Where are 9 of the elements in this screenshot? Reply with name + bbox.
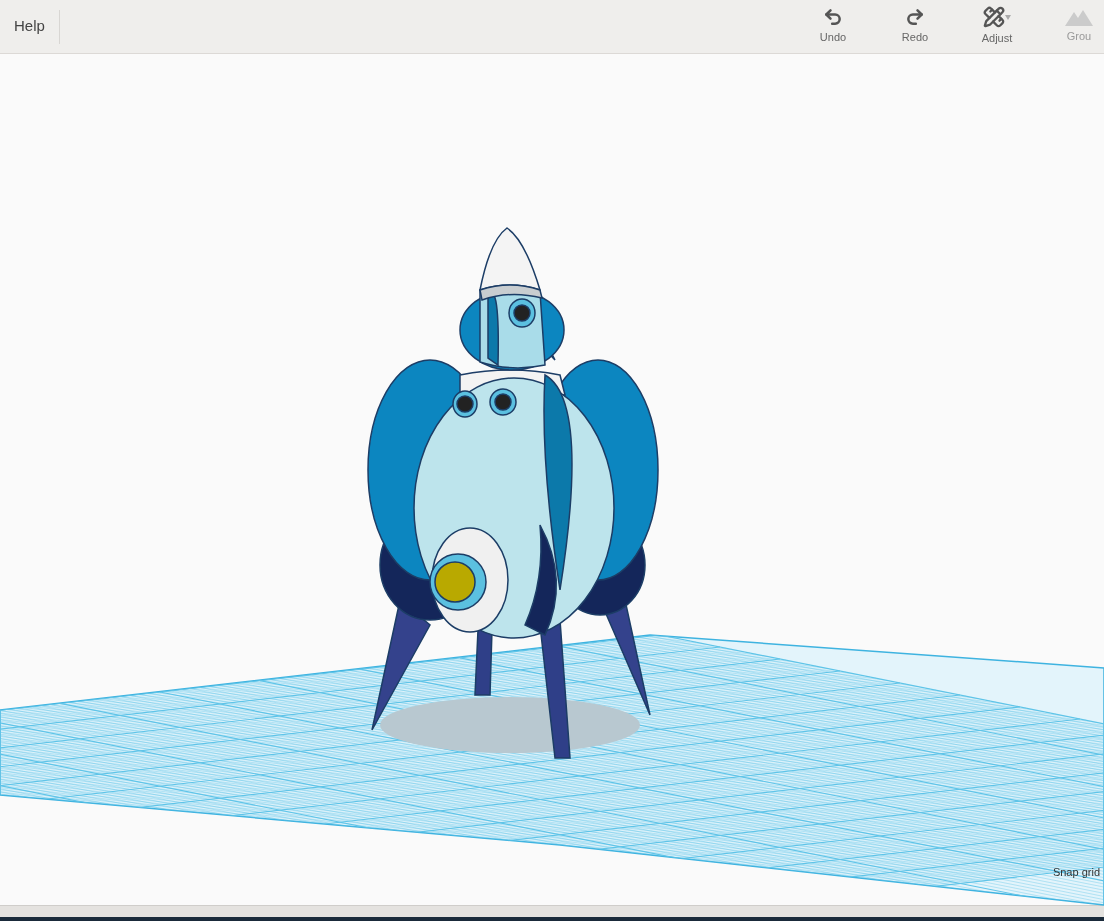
help-menu[interactable]: Help bbox=[0, 0, 59, 53]
toolbar-button[interactable]: Undo bbox=[804, 7, 862, 46]
toolbar-button[interactable]: Redo bbox=[886, 7, 944, 46]
snap-grid-label[interactable]: Snap grid bbox=[1052, 863, 1100, 880]
toolbar-button[interactable]: Adjust bbox=[968, 6, 1026, 47]
redo-icon bbox=[905, 7, 925, 28]
pencil-ruler-icon bbox=[983, 6, 1011, 29]
undo-icon bbox=[823, 7, 843, 28]
mountain-icon bbox=[1065, 8, 1093, 27]
